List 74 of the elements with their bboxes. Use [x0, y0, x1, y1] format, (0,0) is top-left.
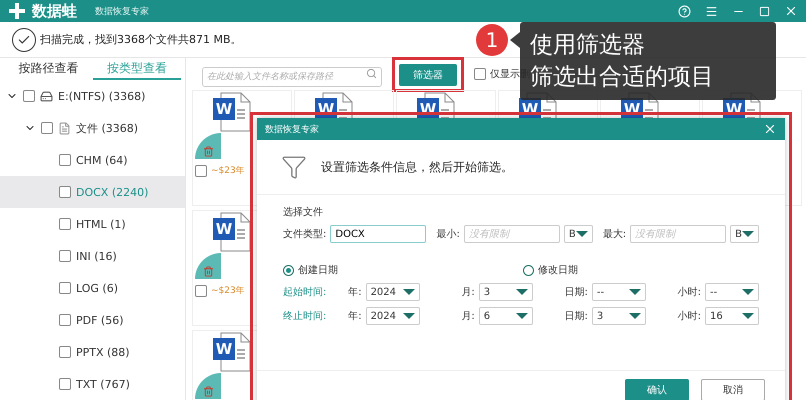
field-label: 最大: [602, 228, 626, 241]
view-tab[interactable]: 按路径查看 [4, 58, 92, 80]
unit-select[interactable]: B [564, 225, 593, 243]
callout-text: 使用筛选器 [530, 31, 646, 60]
date-select[interactable]: 2024 [366, 307, 420, 325]
folder-icon [58, 122, 71, 134]
file-name: ~$23年 [211, 284, 245, 297]
checkbox[interactable] [41, 122, 53, 134]
confirm-button[interactable]: 确认 [625, 379, 689, 400]
field-label: 年: [348, 310, 362, 323]
radio-button[interactable] [283, 264, 294, 276]
max-size-field[interactable]: 没有限制 [630, 225, 726, 243]
field-label: 小时: [678, 310, 701, 323]
tree-item[interactable]: LOG (6) [0, 272, 185, 304]
tree-item[interactable]: E:(NTFS) (3368) [0, 80, 185, 112]
close-button[interactable] [763, 122, 777, 136]
tree-item[interactable]: 文件 (3368) [0, 112, 185, 144]
field-label: 日期: [564, 286, 588, 299]
field-label: 日期: [564, 310, 588, 323]
cross-logo-icon [8, 2, 26, 20]
checkbox[interactable] [59, 282, 71, 294]
field-label: 最小: [436, 228, 460, 241]
app-subtitle: 数据恢复专家 [95, 6, 149, 18]
checkbox[interactable] [59, 314, 71, 326]
maximize-icon[interactable] [759, 6, 770, 16]
field-label: 小时: [678, 286, 701, 299]
tree-item[interactable]: INI (16) [0, 240, 185, 272]
step-number: 1 [476, 24, 508, 56]
checkbox[interactable] [59, 250, 71, 262]
check-icon [12, 28, 36, 52]
field-label: 年: [348, 286, 362, 299]
checkbox[interactable] [59, 346, 71, 358]
checkbox[interactable] [59, 186, 71, 198]
cancel-button[interactable]: 取消 [701, 379, 765, 400]
date-select[interactable]: 3 [478, 283, 533, 301]
tree-item[interactable]: HTML (1) [0, 208, 185, 240]
unit-select[interactable]: B [730, 225, 759, 243]
search-field[interactable]: 在此处输入文件名称或保存路径 [202, 67, 382, 87]
filter-icon [281, 154, 307, 180]
radio-button[interactable] [523, 264, 534, 276]
date-select[interactable]: -- [704, 283, 759, 301]
close-icon[interactable] [784, 4, 798, 18]
checkbox[interactable] [59, 154, 71, 166]
checkbox[interactable] [474, 68, 486, 80]
radio-label: 创建日期 [298, 264, 338, 277]
drive-icon [40, 90, 53, 102]
field-label: 月: [461, 310, 475, 323]
scan-status: 扫描完成，找到3368个文件共871 MB。 [40, 32, 242, 47]
date-select[interactable]: 2024 [366, 283, 420, 301]
checkbox[interactable] [59, 378, 71, 390]
menu-icon[interactable] [705, 4, 718, 18]
date-select[interactable]: 6 [478, 307, 533, 325]
checkbox[interactable] [59, 218, 71, 230]
tree-item[interactable]: TXT (767) [0, 368, 185, 400]
tree-item[interactable]: PPTX (88) [0, 336, 185, 368]
search-icon[interactable] [366, 68, 377, 79]
file-type-field[interactable]: DOCX [330, 225, 426, 243]
date-select[interactable]: -- [592, 283, 646, 301]
file-name: ~$23年 [211, 164, 245, 177]
app-logo: 数据蛙 [32, 2, 77, 20]
field-label: 月: [461, 286, 475, 299]
tree-item[interactable]: PDF (56) [0, 304, 185, 336]
help-icon[interactable] [678, 4, 691, 18]
radio-label: 修改日期 [538, 264, 578, 277]
checkbox[interactable] [195, 164, 207, 176]
callout-text: 筛选出合适的项目 [530, 63, 715, 92]
date-select[interactable]: 3 [592, 307, 646, 325]
filter-button[interactable]: 筛选器 [399, 64, 457, 86]
date-select[interactable]: 16 [704, 307, 759, 325]
checkbox[interactable] [23, 90, 35, 102]
dialog-intro: 设置筛选条件信息，然后开始筛选。 [321, 158, 513, 176]
checkbox[interactable] [195, 284, 207, 296]
min-size-field[interactable]: 没有限制 [464, 225, 560, 243]
tree-item[interactable]: CHM (64) [0, 144, 185, 176]
